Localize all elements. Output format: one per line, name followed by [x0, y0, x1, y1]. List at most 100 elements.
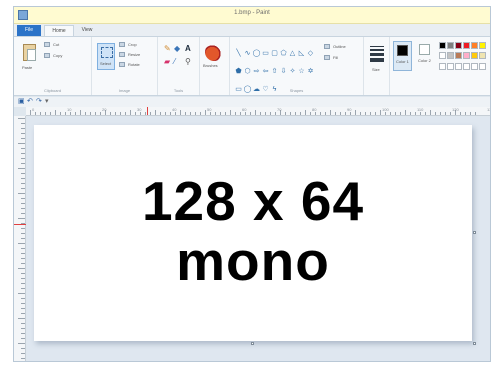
fill-button[interactable]: Fill: [324, 54, 362, 62]
color2-button[interactable]: Color 2: [416, 41, 435, 71]
right-triangle-shape-icon[interactable]: ◺: [297, 49, 306, 58]
fill-icon[interactable]: ◆: [174, 45, 180, 53]
rectangle-shape-icon[interactable]: ▭: [261, 49, 270, 58]
palette-swatch[interactable]: [471, 62, 478, 70]
diamond-shape-icon[interactable]: ◇: [306, 49, 315, 58]
tab-view[interactable]: View: [76, 25, 98, 36]
line-shape-icon[interactable]: ╲: [234, 49, 243, 58]
canvas-resize-handle-bottom[interactable]: [251, 342, 254, 345]
palette-swatch[interactable]: [463, 52, 470, 60]
palette-swatch[interactable]: [479, 52, 486, 60]
ruler-tick: [260, 112, 261, 115]
resize-icon: [119, 52, 125, 57]
ruler-tick: [21, 228, 25, 229]
oval-shape-icon[interactable]: ◯: [252, 49, 261, 58]
crop-button[interactable]: Crop: [119, 41, 153, 49]
ruler-tick: [425, 112, 426, 115]
undo-icon[interactable]: ↶: [27, 98, 33, 106]
ruler-tick: [200, 112, 201, 115]
palette-swatch[interactable]: [479, 62, 486, 70]
magnifier-icon[interactable]: ⚲: [185, 58, 191, 66]
palette-swatch[interactable]: [471, 42, 478, 49]
palette-swatch[interactable]: [463, 62, 470, 70]
palette-swatch[interactable]: [439, 62, 446, 70]
pentagon-shape-icon[interactable]: ⬟: [234, 67, 243, 76]
ruler-label: 10: [67, 107, 72, 112]
ruler-tick: [85, 112, 86, 115]
ruler-label: 40: [172, 107, 177, 112]
brushes-button[interactable]: Brushes: [200, 37, 230, 77]
rotate-button[interactable]: Rotate: [119, 61, 153, 69]
horizontal-ruler: 0 10 20 30 40 50 60 70 80 90 100 110 120 130: [26, 107, 490, 116]
polygon-shape-icon[interactable]: ⬠: [279, 49, 288, 58]
star-six-shape-icon[interactable]: ✡: [306, 67, 315, 76]
palette-swatch[interactable]: [447, 42, 454, 49]
star-four-shape-icon[interactable]: ✧: [288, 67, 297, 76]
canvas-resize-handle-corner[interactable]: [473, 342, 476, 345]
customize-qat-icon[interactable]: ▾: [45, 98, 49, 106]
ruler-tick: [295, 112, 296, 115]
ruler-tick: [115, 112, 116, 115]
color1-button[interactable]: Color 1: [393, 41, 412, 71]
arrow-down-shape-icon[interactable]: ⇩: [279, 67, 288, 76]
ruler-tick: [285, 112, 286, 115]
cut-button[interactable]: Cut: [44, 41, 74, 49]
ruler-tick: [335, 112, 336, 115]
redo-icon[interactable]: ↷: [36, 98, 42, 106]
resize-button[interactable]: Resize: [119, 51, 153, 59]
ruler-tick: [430, 110, 431, 115]
ruler-tick: [21, 208, 25, 209]
rounded-rectangle-shape-icon[interactable]: ▢: [270, 49, 279, 58]
vertical-ruler: [14, 116, 26, 361]
curve-shape-icon[interactable]: ∿: [243, 49, 252, 58]
arrow-left-shape-icon[interactable]: ⇦: [261, 67, 270, 76]
ruler-tick: [120, 112, 121, 115]
triangle-shape-icon[interactable]: △: [288, 49, 297, 58]
tab-file[interactable]: File: [17, 25, 41, 36]
brushes-label: Brushes: [203, 63, 218, 68]
ruler-tick: [125, 112, 126, 115]
ruler-tick: [21, 238, 25, 239]
drawing-canvas[interactable]: 128 x 64 mono: [34, 125, 476, 345]
save-icon[interactable]: ▣: [18, 98, 25, 106]
ruler-tick: [170, 112, 171, 115]
canvas-resize-handle-right[interactable]: [473, 231, 476, 234]
palette-swatch[interactable]: [447, 52, 454, 60]
hexagon-shape-icon[interactable]: ⬡: [243, 67, 252, 76]
copy-button[interactable]: Copy: [44, 52, 74, 60]
image-group: Select Crop Resize Rotate Image: [92, 37, 158, 95]
color-picker-icon[interactable]: ⁄: [174, 58, 175, 66]
text-icon[interactable]: A: [185, 45, 191, 53]
shapes-gallery[interactable]: ╲ ∿ ◯ ▭ ▢ ⬠ △ ◺ ◇ ⬟ ⬡ ⇨ ⇦ ⇧ ⇩ ✧ ☆ ✡ ▭ ◯ ☁ ♡ ϟ: [234, 42, 320, 93]
arrow-right-shape-icon[interactable]: ⇨: [252, 67, 261, 76]
tab-home[interactable]: Home: [44, 25, 74, 36]
palette-swatch[interactable]: [455, 62, 462, 70]
eraser-icon[interactable]: ▰: [164, 58, 170, 66]
outline-button[interactable]: Outline: [324, 43, 362, 51]
ruler-tick: [250, 112, 251, 115]
palette-swatch[interactable]: [471, 52, 478, 60]
canvas-text-line-1: 128 x 64: [141, 170, 365, 232]
palette-swatch[interactable]: [479, 42, 486, 49]
ruler-tick: [305, 110, 306, 115]
select-button[interactable]: Select: [97, 43, 115, 70]
palette-swatch[interactable]: [447, 62, 454, 70]
ruler-tick: [18, 118, 25, 119]
palette-swatch[interactable]: [463, 42, 470, 49]
ruler-tick: [350, 112, 351, 115]
color1-label: Color 1: [396, 59, 409, 64]
ruler-tick: [90, 112, 91, 115]
size-button[interactable]: Size: [364, 37, 390, 77]
palette-swatch[interactable]: [455, 52, 462, 60]
star-five-shape-icon[interactable]: ☆: [297, 67, 306, 76]
palette-swatch[interactable]: [455, 42, 462, 49]
arrow-up-shape-icon[interactable]: ⇧: [270, 67, 279, 76]
palette-swatch[interactable]: [439, 52, 446, 60]
pencil-icon[interactable]: ✎: [164, 45, 171, 53]
paste-button[interactable]: Paste: [16, 39, 40, 75]
ruler-tick: [70, 112, 71, 115]
crop-icon: [119, 42, 125, 47]
palette-swatch[interactable]: [439, 42, 446, 49]
ruler-label: 30: [137, 107, 142, 112]
copy-icon: [44, 53, 50, 58]
